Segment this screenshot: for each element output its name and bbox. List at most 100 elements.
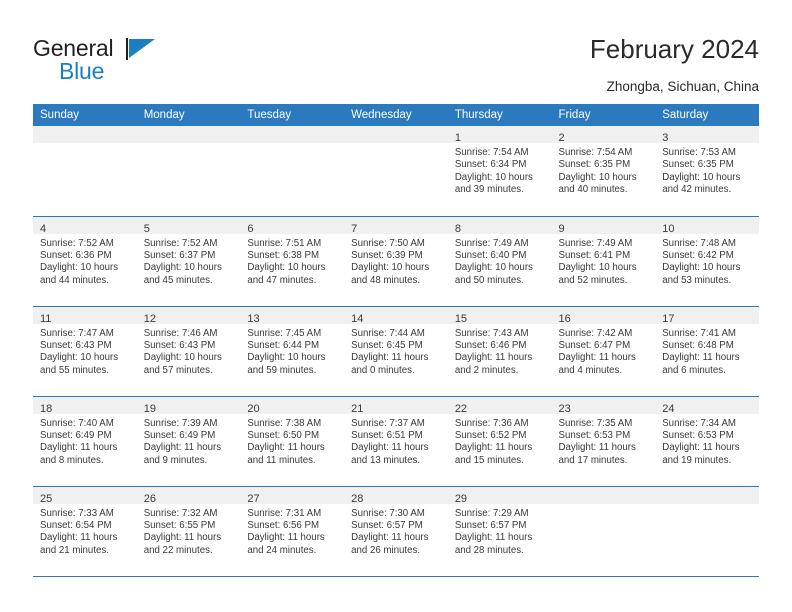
sunset-text: Sunset: 6:41 PM: [558, 249, 631, 261]
calendar-day-cell[interactable]: 20 Sunrise: 7:38 AM Sunset: 6:50 PM Dayligh…: [240, 395, 345, 486]
calendar-day-cell[interactable]: 4 Sunrise: 7:52 AM Sunset: 6:36 PM Daylight…: [33, 215, 137, 306]
sunrise-text: Sunrise: 7:45 AM: [247, 327, 322, 339]
sunrise-text: Sunrise: 7:47 AM: [40, 327, 114, 339]
sunset-text: Sunset: 6:56 PM: [247, 519, 320, 531]
day-cell-details: Sunrise: 7:33 AM Sunset: 6:54 PM Daylight:…: [33, 504, 137, 558]
calendar-day-cell[interactable]: 17 Sunrise: 7:41 AM Sunset: 6:48 PM Dayligh…: [655, 305, 759, 396]
daylight-text-line1: Daylight: 11 hours: [662, 442, 740, 454]
calendar-day-cell[interactable]: 5 Sunrise: 7:52 AM Sunset: 6:37 PM Daylight…: [136, 215, 241, 306]
calendar-day-cell[interactable]: 26 Sunrise: 7:32 AM Sunset: 6:55 PM Dayligh…: [136, 485, 241, 577]
calendar-day-cell[interactable]: [33, 126, 137, 216]
sunrise-text: Sunrise: 7:35 AM: [558, 417, 633, 429]
day-number: 23: [558, 402, 571, 415]
daylight-text-line1: Daylight: 10 hours: [662, 262, 741, 274]
daylight-text-line1: Daylight: 10 hours: [662, 171, 741, 183]
calendar-day-cell[interactable]: 1 Sunrise: 7:54 AM Sunset: 6:34 PM Daylight…: [447, 126, 552, 216]
sunset-text: Sunset: 6:49 PM: [143, 429, 216, 441]
calendar-day-cell[interactable]: 19 Sunrise: 7:39 AM Sunset: 6:49 PM Dayligh…: [136, 395, 241, 486]
day-cell-content: 12 Sunrise: 7:46 AM Sunset: 6:43 PM Dayligh…: [136, 306, 241, 396]
day-number-band: [551, 486, 656, 504]
calendar-day-cell[interactable]: 9 Sunrise: 7:49 AM Sunset: 6:41 PM Daylight…: [551, 215, 656, 306]
calendar-day-cell[interactable]: 22 Sunrise: 7:36 AM Sunset: 6:52 PM Dayligh…: [447, 395, 552, 486]
day-cell-empty: [655, 486, 759, 576]
day-cell-content: 3 Sunrise: 7:53 AM Sunset: 6:35 PM Daylight…: [655, 126, 759, 216]
calendar-week-row: 4 Sunrise: 7:52 AM Sunset: 6:36 PM Daylight…: [33, 215, 759, 306]
calendar-day-cell[interactable]: 6 Sunrise: 7:51 AM Sunset: 6:38 PM Daylight…: [240, 215, 345, 306]
calendar-grid: Sunday Monday Tuesday Wednesday Thursday…: [33, 104, 759, 577]
daylight-text-line2: and 8 minutes.: [40, 454, 104, 466]
day-number-band: 6: [240, 216, 345, 235]
day-number: 1: [454, 132, 461, 144]
day-cell-content: 11 Sunrise: 7:47 AM Sunset: 6:43 PM Dayligh…: [33, 306, 137, 396]
day-cell-details: Sunrise: 7:44 AM Sunset: 6:45 PM Daylight:…: [344, 324, 448, 378]
sunset-text: Sunset: 6:43 PM: [143, 339, 216, 351]
daylight-text-line2: and 45 minutes.: [143, 274, 213, 286]
day-cell-content: 6 Sunrise: 7:51 AM Sunset: 6:38 PM Daylight…: [240, 216, 345, 306]
calendar-day-cell[interactable]: 14 Sunrise: 7:44 AM Sunset: 6:45 PM Dayligh…: [344, 305, 448, 396]
day-number-band: 18: [33, 396, 137, 415]
day-number-band: 17: [655, 306, 759, 325]
calendar-day-cell[interactable]: 29 Sunrise: 7:29 AM Sunset: 6:57 PM Dayligh…: [447, 485, 552, 577]
daylight-text-line1: Daylight: 11 hours: [143, 532, 222, 544]
day-cell-details: [655, 504, 759, 508]
sunrise-text: Sunrise: 7:40 AM: [40, 417, 114, 429]
day-number: 6: [247, 222, 254, 235]
calendar-day-cell[interactable]: [655, 485, 759, 577]
daylight-text-line2: and 47 minutes.: [247, 274, 317, 286]
calendar-day-cell[interactable]: 21 Sunrise: 7:37 AM Sunset: 6:51 PM Dayligh…: [344, 395, 448, 486]
sunset-text: Sunset: 6:43 PM: [40, 339, 112, 351]
daylight-text-line1: Daylight: 10 hours: [558, 262, 637, 274]
calendar-day-cell[interactable]: 12 Sunrise: 7:46 AM Sunset: 6:43 PM Dayligh…: [136, 305, 241, 396]
daylight-text-line2: and 0 minutes.: [351, 364, 415, 376]
daylight-text-line2: and 6 minutes.: [662, 364, 726, 376]
day-cell-details: Sunrise: 7:47 AM Sunset: 6:43 PM Daylight:…: [33, 324, 137, 378]
sunrise-text: Sunrise: 7:44 AM: [351, 327, 425, 339]
calendar-day-cell[interactable]: 3 Sunrise: 7:53 AM Sunset: 6:35 PM Daylight…: [655, 126, 759, 216]
daylight-text-line2: and 39 minutes.: [454, 184, 524, 196]
sunrise-text: Sunrise: 7:49 AM: [454, 237, 529, 249]
daylight-text-line2: and 57 minutes.: [143, 364, 213, 376]
sunrise-text: Sunrise: 7:32 AM: [143, 507, 218, 519]
calendar-day-cell[interactable]: [136, 126, 241, 216]
sunset-text: Sunset: 6:38 PM: [247, 249, 320, 261]
calendar-day-cell[interactable]: 25 Sunrise: 7:33 AM Sunset: 6:54 PM Dayligh…: [33, 485, 137, 577]
calendar-day-cell[interactable]: 2 Sunrise: 7:54 AM Sunset: 6:35 PM Daylight…: [551, 126, 656, 216]
calendar-day-cell[interactable]: 23 Sunrise: 7:35 AM Sunset: 6:53 PM Dayligh…: [551, 395, 656, 486]
calendar-day-cell[interactable]: 8 Sunrise: 7:49 AM Sunset: 6:40 PM Daylight…: [447, 215, 552, 306]
day-cell-content: 25 Sunrise: 7:33 AM Sunset: 6:54 PM Dayligh…: [33, 486, 137, 576]
calendar-day-cell[interactable]: 7 Sunrise: 7:50 AM Sunset: 6:39 PM Daylight…: [344, 215, 448, 306]
calendar-day-cell[interactable]: 28 Sunrise: 7:30 AM Sunset: 6:57 PM Dayligh…: [344, 485, 448, 577]
daylight-text-line1: Daylight: 11 hours: [247, 442, 325, 454]
day-number-band: 14: [344, 306, 448, 325]
day-number: 27: [247, 492, 260, 505]
day-cell-content: 21 Sunrise: 7:37 AM Sunset: 6:51 PM Dayligh…: [344, 396, 448, 486]
calendar-day-cell[interactable]: 11 Sunrise: 7:47 AM Sunset: 6:43 PM Dayligh…: [33, 305, 137, 396]
sunset-text: Sunset: 6:35 PM: [558, 159, 631, 171]
day-cell-content: 28 Sunrise: 7:30 AM Sunset: 6:57 PM Dayligh…: [344, 486, 448, 576]
day-number-band: 11: [33, 306, 137, 325]
day-number-band: 20: [240, 396, 345, 415]
calendar-day-cell[interactable]: 24 Sunrise: 7:34 AM Sunset: 6:53 PM Dayligh…: [655, 395, 759, 486]
daylight-text-line1: Daylight: 10 hours: [40, 352, 119, 364]
day-cell-details: Sunrise: 7:49 AM Sunset: 6:41 PM Daylight:…: [552, 234, 656, 288]
daylight-text-line1: Daylight: 11 hours: [40, 532, 118, 544]
calendar-day-cell[interactable]: 10 Sunrise: 7:48 AM Sunset: 6:42 PM Dayligh…: [655, 215, 759, 306]
sunset-text: Sunset: 6:46 PM: [454, 339, 527, 351]
calendar-day-cell[interactable]: [551, 485, 656, 577]
calendar-day-cell[interactable]: 15 Sunrise: 7:43 AM Sunset: 6:46 PM Dayligh…: [447, 305, 552, 396]
sunset-text: Sunset: 6:52 PM: [454, 429, 527, 441]
sunset-text: Sunset: 6:48 PM: [662, 339, 734, 351]
calendar-day-cell[interactable]: 16 Sunrise: 7:42 AM Sunset: 6:47 PM Dayligh…: [551, 305, 656, 396]
day-number-band: 23: [551, 396, 656, 415]
day-number-band: 16: [551, 306, 656, 325]
calendar-day-cell[interactable]: 27 Sunrise: 7:31 AM Sunset: 6:56 PM Dayligh…: [240, 485, 345, 577]
day-number-band: [136, 126, 241, 143]
calendar-day-cell[interactable]: [344, 126, 448, 216]
general-blue-logo[interactable]: General Blue: [33, 36, 163, 84]
calendar-day-cell[interactable]: 13 Sunrise: 7:45 AM Sunset: 6:44 PM Dayligh…: [240, 305, 345, 396]
calendar-day-cell[interactable]: 18 Sunrise: 7:40 AM Sunset: 6:49 PM Dayligh…: [33, 395, 137, 486]
day-cell-content: 18 Sunrise: 7:40 AM Sunset: 6:49 PM Dayligh…: [33, 396, 137, 486]
calendar-day-cell[interactable]: [240, 126, 345, 216]
sunset-text: Sunset: 6:57 PM: [351, 519, 423, 531]
day-number: 26: [143, 492, 156, 505]
